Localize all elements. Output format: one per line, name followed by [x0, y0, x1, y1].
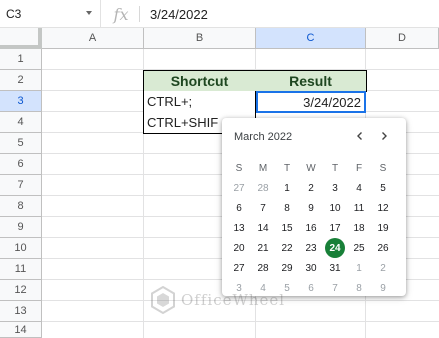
weekday-label: F — [355, 162, 363, 174]
formula-input[interactable]: 3/24/2022 — [150, 0, 208, 28]
column-header-c[interactable]: C — [256, 28, 366, 49]
calendar-day[interactable]: 9 — [371, 278, 395, 298]
gridline — [42, 321, 439, 322]
calendar-day[interactable]: 7 — [251, 198, 275, 218]
calendar-day[interactable]: 16 — [299, 218, 323, 238]
row-header-13[interactable]: 13 — [0, 301, 42, 322]
calendar-day[interactable]: 11 — [347, 198, 371, 218]
calendar-day[interactable]: 31 — [323, 258, 347, 278]
calendar-day[interactable]: 21 — [251, 238, 275, 258]
column-header-a[interactable]: A — [42, 28, 144, 49]
calendar-day[interactable]: 29 — [275, 258, 299, 278]
date-picker-month-title: March 2022 — [234, 131, 293, 143]
cell-reference: C3 — [6, 7, 22, 21]
calendar-day[interactable]: 30 — [299, 258, 323, 278]
weekday-label: S — [379, 162, 387, 174]
calendar-day[interactable]: 27 — [227, 178, 251, 198]
calendar-day[interactable]: 23 — [299, 238, 323, 258]
cell-c2-result-header[interactable]: Result — [255, 70, 367, 92]
calendar-day[interactable]: 5 — [371, 178, 395, 198]
calendar-day[interactable]: 28 — [251, 258, 275, 278]
calendar-day[interactable]: 4 — [347, 178, 371, 198]
row-header-4[interactable]: 4 — [0, 112, 42, 133]
calendar-day[interactable]: 10 — [323, 198, 347, 218]
row-header-9[interactable]: 9 — [0, 217, 42, 238]
chevron-down-icon[interactable] — [86, 11, 92, 15]
weekday-label: W — [306, 162, 316, 174]
calendar-day[interactable]: 18 — [347, 218, 371, 238]
calendar-day[interactable]: 20 — [227, 238, 251, 258]
calendar-day[interactable]: 22 — [275, 238, 299, 258]
row-header-14[interactable]: 14 — [0, 322, 42, 338]
column-header-b[interactable]: B — [144, 28, 256, 49]
weekday-label: M — [258, 162, 268, 174]
column-header-d[interactable]: D — [366, 28, 439, 49]
formula-bar: C3 fx 3/24/2022 — [0, 0, 439, 28]
calendar-day[interactable]: 1 — [275, 178, 299, 198]
calendar-day[interactable]: 13 — [227, 218, 251, 238]
weekday-label: T — [283, 162, 291, 174]
chevron-right-icon[interactable] — [375, 127, 393, 145]
calendar-day[interactable]: 2 — [371, 258, 395, 278]
row-header-1[interactable]: 1 — [0, 49, 42, 70]
chevron-left-icon[interactable] — [351, 127, 369, 145]
calendar-day[interactable]: 6 — [299, 278, 323, 298]
calendar-day[interactable]: 19 — [371, 218, 395, 238]
calendar-day[interactable]: 8 — [347, 278, 371, 298]
calendar-day[interactable]: 8 — [275, 198, 299, 218]
calendar-day[interactable]: 6 — [227, 198, 251, 218]
calendar-day[interactable]: 25 — [347, 238, 371, 258]
calendar-grid: S M T W T F S 27 28 1 2 3 4 5 6 7 8 9 10 11 12 13 14 15 16 17 18 19… — [227, 158, 395, 298]
row-header-11[interactable]: 11 — [0, 259, 42, 280]
row-header-6[interactable]: 6 — [0, 154, 42, 175]
cell-c3-result-selected[interactable]: 3/24/2022 — [256, 91, 366, 113]
calendar-day[interactable]: 7 — [323, 278, 347, 298]
select-all-corner[interactable] — [0, 28, 42, 49]
officewheel-watermark: OfficeWheel — [147, 283, 297, 317]
row-header-3[interactable]: 3 — [0, 91, 42, 112]
row-header-5[interactable]: 5 — [0, 133, 42, 154]
cell-b2-shortcut-header[interactable]: Shortcut — [143, 70, 256, 92]
weekday-label: T — [331, 162, 339, 174]
formula-divider — [139, 6, 140, 22]
watermark-text: OfficeWheel — [181, 291, 286, 309]
name-box[interactable]: C3 — [0, 0, 101, 28]
calendar-day[interactable]: 12 — [371, 198, 395, 218]
calendar-day[interactable]: 9 — [299, 198, 323, 218]
calendar-day[interactable]: 2 — [299, 178, 323, 198]
officewheel-logo-icon — [151, 286, 175, 314]
date-picker: March 2022 S M T W T F S 27 28 1 2 3 4 5 6 7 8 9 10 11 12 13 1… — [222, 118, 406, 296]
calendar-day[interactable]: 27 — [227, 258, 251, 278]
row-header-7[interactable]: 7 — [0, 175, 42, 196]
fx-icon: fx — [113, 4, 129, 24]
calendar-day[interactable]: 14 — [251, 218, 275, 238]
calendar-day[interactable]: 3 — [323, 178, 347, 198]
calendar-day[interactable]: 26 — [371, 238, 395, 258]
calendar-day[interactable]: 1 — [347, 258, 371, 278]
row-header-2[interactable]: 2 — [0, 70, 42, 91]
weekday-label: S — [235, 162, 243, 174]
calendar-day-selected-label: 24 — [325, 238, 345, 258]
row-header-8[interactable]: 8 — [0, 196, 42, 217]
calendar-day[interactable]: 15 — [275, 218, 299, 238]
calendar-day-selected[interactable]: 24 — [323, 238, 347, 258]
calendar-day[interactable]: 17 — [323, 218, 347, 238]
row-header-10[interactable]: 10 — [0, 238, 42, 259]
row-header-12[interactable]: 12 — [0, 280, 42, 301]
cell-b3-shortcut[interactable]: CTRL+; — [143, 91, 256, 113]
calendar-day[interactable]: 28 — [251, 178, 275, 198]
